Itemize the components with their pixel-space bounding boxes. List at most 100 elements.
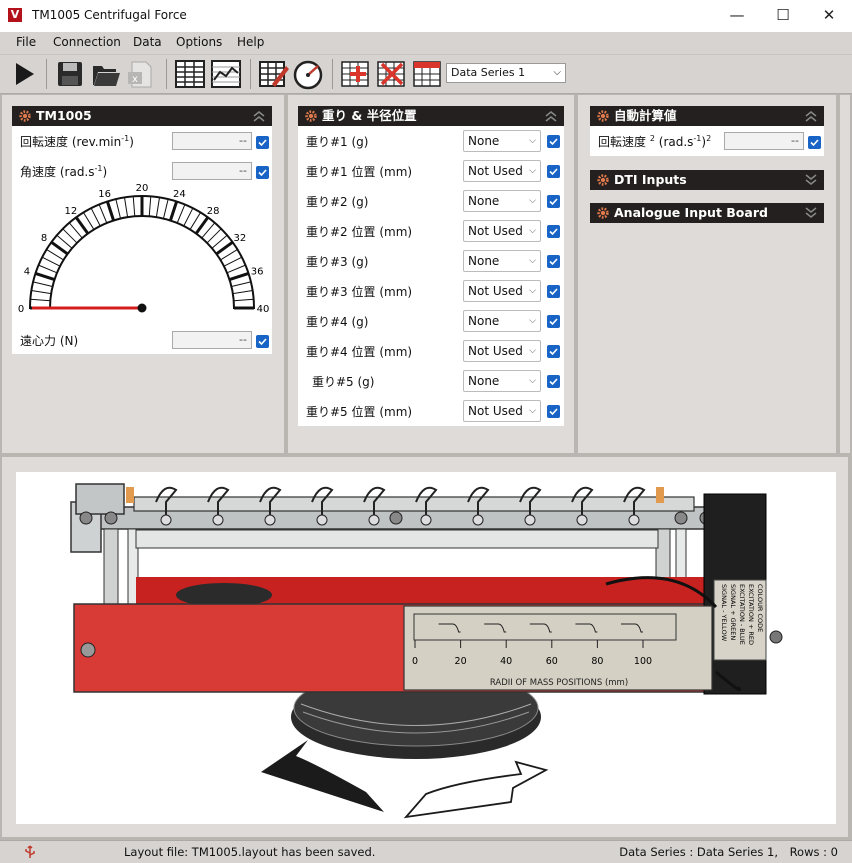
close-button[interactable]: ✕ (806, 0, 852, 32)
mass-row-dropdown[interactable]: Not Used ⌵ (463, 220, 541, 242)
data-series-select[interactable]: Data Series 1 ⌵ (446, 63, 566, 83)
collapse-up-icon[interactable] (252, 108, 266, 124)
chart-view-icon[interactable] (210, 58, 242, 90)
omega-squared-value: -- (724, 132, 804, 150)
rpm-checkbox[interactable] (256, 136, 269, 149)
centrifugal-force-value: -- (172, 331, 252, 349)
delete-series-icon[interactable] (376, 58, 408, 90)
maximize-button[interactable]: ☐ (760, 0, 806, 32)
mass-row-dropdown[interactable]: None ⌵ (463, 190, 541, 212)
rpm-row: 回転速度 (rev.min-1) -- (12, 128, 272, 154)
angular-velocity-label: 角速度 (rad.s-1) (20, 164, 108, 179)
add-series-icon[interactable] (340, 58, 372, 90)
angular-velocity-checkbox[interactable] (256, 166, 269, 179)
hook-bolt (524, 514, 536, 526)
gear-icon (305, 110, 317, 122)
centrifugal-apparatus-illustration: COLOUR CODEEXCITATION + REDEXCITATION - … (70, 483, 783, 819)
mass-row-dropdown-value: None (468, 374, 500, 388)
menu-file[interactable]: File (16, 35, 36, 49)
mass-row-checkbox[interactable] (547, 225, 560, 238)
mass-row-label: 重り#4 位置 (mm) (306, 345, 413, 359)
gauge-tick-label: 24 (173, 189, 186, 200)
excel-export-icon[interactable]: x (124, 58, 156, 90)
menu-connection[interactable]: Connection (53, 35, 121, 49)
chevron-down-icon: ⌵ (529, 406, 536, 416)
gauge-view-icon[interactable] (292, 58, 324, 90)
collapse-up-icon[interactable] (804, 108, 818, 124)
series-table-icon[interactable] (412, 58, 444, 90)
scale-tick-label: 40 (500, 656, 512, 667)
mass-row-checkbox[interactable] (547, 375, 560, 388)
hook-bolt (264, 514, 276, 526)
mass-radius-panel: 重り & 半径位置 重り#1 (g) None ⌵ 重り#1 位置 (mm) Not U… (298, 106, 564, 426)
edit-table-icon[interactable] (258, 58, 290, 90)
radius-scale-caption: RADII OF MASS POSITIONS (mm) (490, 678, 628, 688)
toolbar-separator (166, 59, 167, 89)
mass-row-label: 重り#3 (g) (306, 255, 369, 269)
mass-row-dropdown[interactable]: Not Used ⌵ (463, 400, 541, 422)
mass-row-dropdown[interactable]: Not Used ⌵ (463, 280, 541, 302)
gear-icon (597, 207, 609, 219)
hook-bolt (160, 514, 172, 526)
toolbar: x (0, 55, 852, 94)
gauge-tick-label: 0 (18, 304, 24, 315)
omega-squared-checkbox[interactable] (808, 136, 821, 149)
tm1005-panel-header[interactable]: TM1005 (12, 106, 272, 126)
mass-row-checkbox[interactable] (547, 405, 560, 418)
open-folder-icon[interactable] (90, 58, 122, 90)
table-view-icon[interactable] (174, 58, 206, 90)
mass-row-dropdown[interactable]: None ⌵ (463, 130, 541, 152)
scale-tick-label: 80 (591, 656, 603, 667)
auto-calc-panel-header[interactable]: 自動計算値 (590, 106, 824, 126)
expand-down-icon[interactable] (804, 205, 818, 221)
mass-row-dropdown[interactable]: None ⌵ (463, 310, 541, 332)
colour-code-line: SIGNAL - YELLOW (720, 584, 728, 642)
minimize-button[interactable]: — (714, 0, 760, 32)
mass-row-checkbox[interactable] (547, 165, 560, 178)
centrifugal-force-checkbox[interactable] (256, 335, 269, 348)
expand-down-icon[interactable] (804, 172, 818, 188)
mass-row-dropdown[interactable]: None ⌵ (463, 250, 541, 272)
chevron-down-icon: ⌵ (529, 286, 536, 296)
mass-row-dropdown-value: None (468, 254, 500, 268)
analogue-input-panel-header[interactable]: Analogue Input Board (590, 203, 824, 223)
gear-icon (597, 174, 609, 186)
chevron-down-icon: ⌵ (529, 166, 536, 176)
chevron-down-icon: ⌵ (529, 376, 536, 386)
mass-row-checkbox[interactable] (547, 315, 560, 328)
dti-inputs-panel-title: DTI Inputs (614, 172, 687, 187)
centrifugal-force-label: 遠心力 (N) (20, 334, 79, 348)
chevron-down-icon: ⌵ (553, 67, 561, 78)
mass-row-dropdown[interactable]: None ⌵ (463, 370, 541, 392)
hook-bolt (368, 514, 380, 526)
mass-row-checkbox[interactable] (547, 345, 560, 358)
mass-radius-panel-header[interactable]: 重り & 半径位置 (298, 106, 564, 126)
menu-data[interactable]: Data (133, 35, 162, 49)
mass-row-checkbox[interactable] (547, 135, 560, 148)
mass-row-checkbox[interactable] (547, 285, 560, 298)
save-icon[interactable] (54, 58, 86, 90)
data-series-status: Data Series : Data Series 1, (619, 845, 778, 859)
hook-bolt (628, 514, 640, 526)
mass-row-checkbox[interactable] (547, 255, 560, 268)
centrifugal-force-row: 遠心力 (N) -- (12, 327, 272, 353)
dti-inputs-panel-header[interactable]: DTI Inputs (590, 170, 824, 190)
title-bar: V TM1005 Centrifugal Force — ☐ ✕ (0, 0, 852, 32)
app-logo-icon: V (8, 8, 22, 22)
mass-row-dropdown[interactable]: Not Used ⌵ (463, 160, 541, 182)
mass-row: 重り#3 位置 (mm) Not Used ⌵ (298, 278, 564, 304)
data-series-value: Data Series 1 (451, 66, 526, 79)
gauge-tick-label: 16 (98, 189, 111, 200)
mass-row-dropdown-value: Not Used (468, 224, 523, 238)
scroll-gutter (840, 95, 850, 453)
mass-row-checkbox[interactable] (547, 195, 560, 208)
play-icon[interactable] (8, 58, 40, 90)
mass-row-label: 重り#3 位置 (mm) (306, 285, 413, 299)
hook-bolt (212, 514, 224, 526)
menu-options[interactable]: Options (176, 35, 222, 49)
mass-row-dropdown-value: Not Used (468, 164, 523, 178)
collapse-up-icon[interactable] (544, 108, 558, 124)
mass-row-dropdown[interactable]: Not Used ⌵ (463, 340, 541, 362)
menu-help[interactable]: Help (237, 35, 264, 49)
mass-row-dropdown-value: Not Used (468, 404, 523, 418)
